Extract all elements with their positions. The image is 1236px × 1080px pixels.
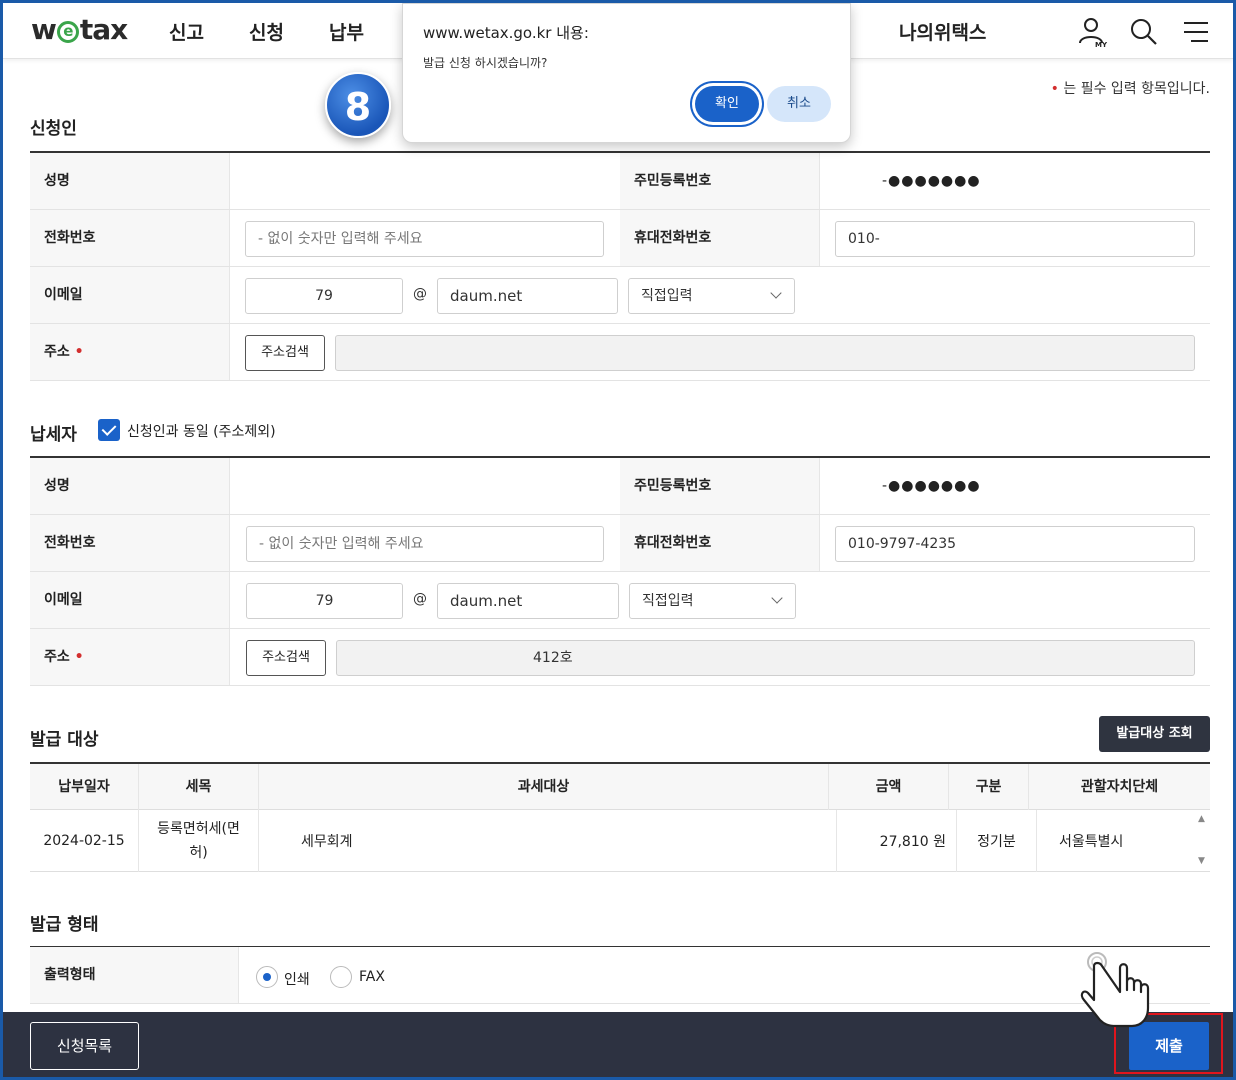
scroll-up-icon[interactable]: ▲ (1198, 814, 1205, 824)
cell-tax: 등록면허세(면허) (139, 810, 259, 872)
rrn-label: 주민등록번호 (620, 458, 820, 514)
phone-label: 전화번호 (30, 515, 230, 571)
table-header: 납부일자 세목 과세대상 금액 구분 관할자치단체 (30, 764, 1210, 810)
email-domain-input[interactable]: daum.net (437, 583, 619, 619)
issue-form-title: 발급 형태 (30, 915, 99, 935)
at-sign: @ (413, 591, 427, 607)
phone-input[interactable]: - 없이 숫자만 입력해 주세요 (245, 221, 604, 257)
wetax-logo[interactable]: w e tax (31, 13, 128, 46)
applicant-table: 성명 주민등록번호 -●●●●●●● 전화번호 - 없이 숫자만 입력해 주세요… (30, 151, 1210, 381)
col-object: 과세대상 (259, 764, 829, 810)
rrn-label: 주민등록번호 (620, 153, 820, 209)
email-label: 이메일 (30, 572, 230, 628)
chevron-down-icon (771, 592, 783, 604)
address-input[interactable]: 412호 (336, 640, 1195, 676)
dialog-cancel-button[interactable]: 취소 (767, 86, 831, 122)
at-sign: @ (413, 286, 427, 302)
address-search-button[interactable]: 주소검색 (246, 640, 326, 676)
col-region: 관할자치단체 (1080, 779, 1159, 795)
nav-my-wetax[interactable]: 나의위택스 (899, 18, 986, 45)
cell-object: 세무회계 (259, 810, 837, 872)
col-amount: 금액 (829, 764, 949, 810)
radio-fax-label[interactable]: FAX (359, 969, 385, 985)
same-as-applicant-checkbox[interactable] (98, 419, 120, 441)
required-note: • 는 필수 입력 항목입니다. (1050, 81, 1210, 97)
svg-text:MY: MY (1095, 41, 1108, 49)
address-search-button[interactable]: 주소검색 (245, 335, 325, 371)
col-type: 구분 (949, 764, 1029, 810)
hand-cursor-icon (1080, 952, 1150, 1028)
issue-target-lookup-button[interactable]: 발급대상 조회 (1099, 716, 1210, 752)
issue-target-table: 납부일자 세목 과세대상 금액 구분 관할자치단체 2024-02-15 등록면… (30, 762, 1210, 872)
cell-date: 2024-02-15 (30, 810, 139, 872)
email-id-input[interactable]: 79 (245, 278, 403, 314)
name-value (230, 458, 620, 514)
email-id-input[interactable]: 79 (246, 583, 403, 619)
address-label: 주소 • (30, 324, 230, 380)
mobile-input[interactable]: 010-9797-4235 (835, 526, 1195, 562)
issue-form-table: 출력형태 인쇄 FAX (30, 946, 1210, 1004)
menu-icon[interactable] (1179, 15, 1213, 49)
rrn-value: -●●●●●●● (882, 478, 981, 494)
phone-input[interactable]: - 없이 숫자만 입력해 주세요 (246, 526, 604, 562)
email-domain-select[interactable]: 직접입력 (628, 278, 795, 314)
output-type-label: 출력형태 (30, 947, 239, 1003)
nav-apply[interactable]: 신청 (249, 18, 284, 45)
rrn-value: -●●●●●●● (882, 173, 981, 189)
applicant-title: 신청인 (30, 119, 77, 139)
issue-target-title: 발급 대상 (30, 730, 99, 750)
email-domain-select[interactable]: 직접입력 (629, 583, 796, 619)
address-label: 주소 • (30, 629, 230, 685)
name-label: 성명 (30, 458, 230, 514)
mobile-label: 휴대전화번호 (620, 210, 820, 266)
dialog-message: 발급 신청 하시겠습니까? (423, 56, 548, 70)
name-label: 성명 (30, 153, 230, 209)
mobile-label: 휴대전화번호 (620, 515, 820, 571)
application-list-button[interactable]: 신청목록 (30, 1022, 139, 1070)
mobile-input[interactable]: 010- (835, 221, 1195, 257)
chevron-down-icon (770, 287, 782, 299)
phone-label: 전화번호 (30, 210, 230, 266)
cell-amount: 27,810 원 (837, 810, 957, 872)
table-row[interactable]: 2024-02-15 등록면허세(면허) 세무회계 27,810 원 정기분 서… (30, 810, 1210, 872)
dialog-title: www.wetax.go.kr 내용: (423, 24, 589, 42)
cell-region: 서울특별시 (1059, 834, 1124, 850)
radio-print-label[interactable]: 인쇄 (284, 969, 310, 989)
col-tax: 세목 (139, 764, 259, 810)
my-page-icon[interactable]: MY (1075, 15, 1109, 49)
footer-bar: 신청목록 제출 (3, 1012, 1233, 1077)
radio-fax[interactable] (330, 966, 352, 988)
nav-pay[interactable]: 납부 (329, 18, 364, 45)
taxpayer-table: 성명 주민등록번호 -●●●●●●● 전화번호 - 없이 숫자만 입력해 주세요… (30, 456, 1210, 686)
confirm-dialog: www.wetax.go.kr 내용: 발급 신청 하시겠습니까? 확인 취소 (402, 3, 851, 143)
dialog-ok-button[interactable]: 확인 (695, 86, 759, 122)
email-domain-input[interactable]: daum.net (437, 278, 618, 314)
scroll-down-icon[interactable]: ▼ (1198, 856, 1205, 866)
radio-print[interactable] (256, 966, 278, 988)
name-value (230, 153, 620, 209)
address-input[interactable] (335, 335, 1195, 371)
step-badge: 8 (325, 72, 391, 138)
search-icon[interactable] (1127, 15, 1161, 49)
nav-report[interactable]: 신고 (169, 18, 204, 45)
email-label: 이메일 (30, 267, 230, 323)
col-date: 납부일자 (30, 764, 139, 810)
same-as-applicant-label[interactable]: 신청인과 동일 (주소제외) (127, 421, 276, 441)
cell-type: 정기분 (957, 810, 1037, 872)
taxpayer-title: 납세자 (30, 425, 77, 445)
